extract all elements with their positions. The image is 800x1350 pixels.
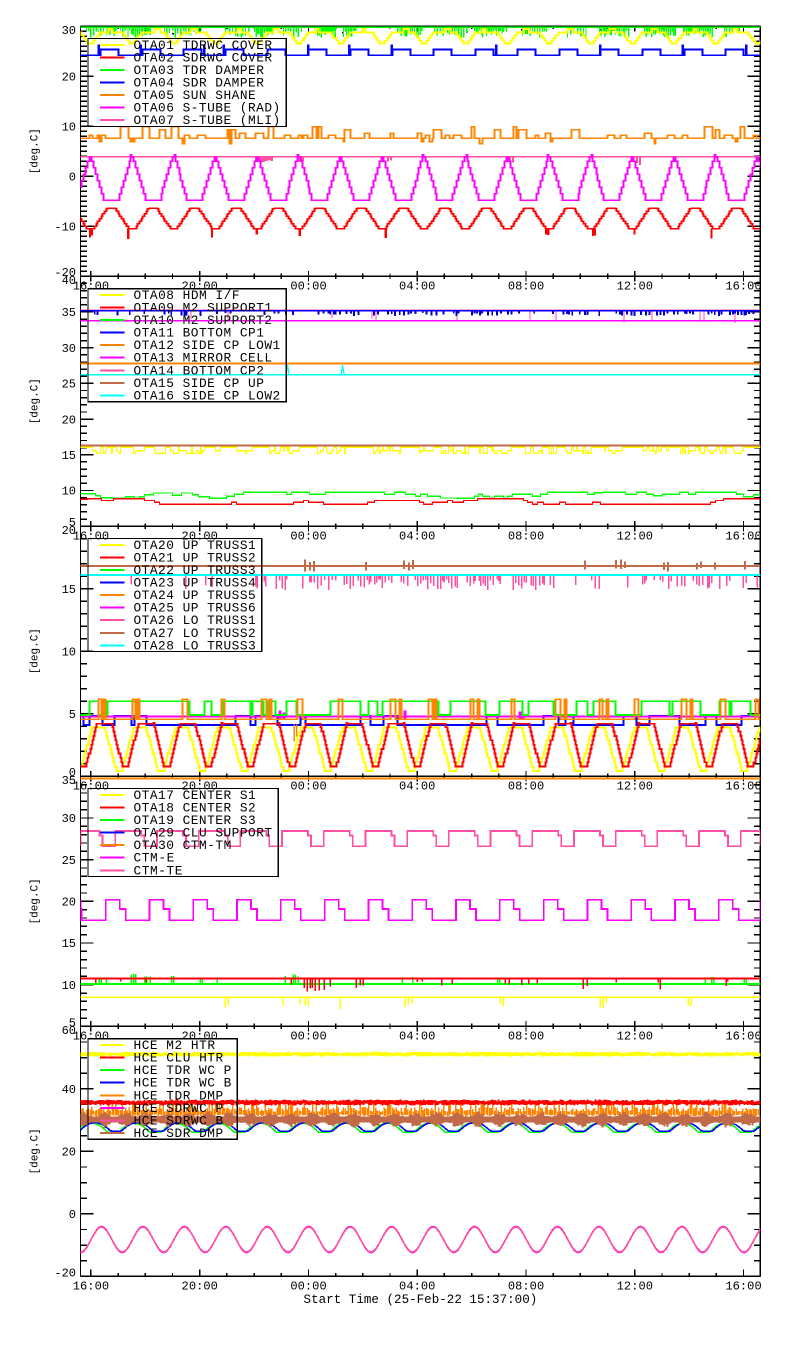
svg-text:[deg.C]: [deg.C] xyxy=(30,378,42,424)
svg-text:20:00: 20:00 xyxy=(182,1280,218,1294)
svg-text:[deg.C]: [deg.C] xyxy=(30,628,42,674)
svg-text:[deg.C]: [deg.C] xyxy=(30,878,42,924)
svg-text:10: 10 xyxy=(62,979,76,993)
svg-text:20: 20 xyxy=(62,1146,76,1160)
svg-text:20: 20 xyxy=(62,524,76,538)
svg-text:08:00: 08:00 xyxy=(508,530,544,544)
svg-text:15: 15 xyxy=(62,449,76,463)
svg-text:10: 10 xyxy=(62,120,76,134)
svg-text:12:00: 12:00 xyxy=(617,780,653,794)
svg-text:20:00: 20:00 xyxy=(182,530,218,544)
svg-text:35: 35 xyxy=(62,306,76,320)
svg-text:-20: -20 xyxy=(54,1266,76,1280)
svg-text:04:00: 04:00 xyxy=(399,530,435,544)
svg-text:16:00: 16:00 xyxy=(73,530,109,544)
svg-text:04:00: 04:00 xyxy=(399,280,435,294)
svg-text:0: 0 xyxy=(69,171,76,185)
svg-text:35: 35 xyxy=(62,774,76,788)
svg-text:40: 40 xyxy=(62,274,76,288)
svg-text:15: 15 xyxy=(62,937,76,951)
svg-text:00:00: 00:00 xyxy=(290,530,326,544)
svg-text:08:00: 08:00 xyxy=(508,280,544,294)
svg-text:20:00: 20:00 xyxy=(182,780,218,794)
svg-text:00:00: 00:00 xyxy=(290,780,326,794)
svg-text:16:00: 16:00 xyxy=(725,1280,761,1294)
svg-text:CTM-TE: CTM-TE xyxy=(134,863,183,878)
svg-text:5: 5 xyxy=(69,708,76,722)
svg-text:OTA07 S-TUBE (MLI): OTA07 S-TUBE (MLI) xyxy=(134,113,281,128)
svg-text:30: 30 xyxy=(62,812,76,826)
svg-text:00:00: 00:00 xyxy=(290,1280,326,1294)
svg-text:OTA28 LO TRUSS3: OTA28 LO TRUSS3 xyxy=(134,638,256,653)
svg-text:08:00: 08:00 xyxy=(508,1030,544,1044)
svg-text:00:00: 00:00 xyxy=(290,1030,326,1044)
svg-text:16:00: 16:00 xyxy=(73,1030,109,1044)
svg-text:10: 10 xyxy=(62,485,76,499)
svg-text:16:00: 16:00 xyxy=(725,530,761,544)
svg-text:20: 20 xyxy=(62,70,76,84)
svg-text:30: 30 xyxy=(62,342,76,356)
svg-text:-10: -10 xyxy=(54,221,76,235)
svg-text:16:00: 16:00 xyxy=(73,280,109,294)
svg-text:60: 60 xyxy=(62,1024,76,1038)
svg-text:04:00: 04:00 xyxy=(399,780,435,794)
svg-text:16:00: 16:00 xyxy=(725,1030,761,1044)
svg-text:20: 20 xyxy=(62,896,76,910)
svg-text:Start Time (25-Feb-22 15:37:00: Start Time (25-Feb-22 15:37:00) xyxy=(304,1293,538,1307)
svg-text:40: 40 xyxy=(62,1083,76,1097)
svg-text:15: 15 xyxy=(62,583,76,597)
svg-text:04:00: 04:00 xyxy=(399,1280,435,1294)
svg-text:12:00: 12:00 xyxy=(617,1030,653,1044)
svg-text:16:00: 16:00 xyxy=(725,280,761,294)
svg-text:16:00: 16:00 xyxy=(73,780,109,794)
svg-text:30: 30 xyxy=(62,24,76,38)
svg-text:20: 20 xyxy=(62,413,76,427)
svg-text:12:00: 12:00 xyxy=(617,530,653,544)
svg-text:12:00: 12:00 xyxy=(617,280,653,294)
svg-text:25: 25 xyxy=(62,854,76,868)
svg-text:HCE SDR DMP: HCE SDR DMP xyxy=(134,1126,224,1141)
svg-text:[deg.C]: [deg.C] xyxy=(30,1128,42,1174)
svg-text:0: 0 xyxy=(69,1208,76,1222)
svg-text:16:00: 16:00 xyxy=(73,1280,109,1294)
svg-text:04:00: 04:00 xyxy=(399,1030,435,1044)
svg-text:00:00: 00:00 xyxy=(290,280,326,294)
svg-text:[deg.C]: [deg.C] xyxy=(30,128,42,174)
svg-text:08:00: 08:00 xyxy=(508,1280,544,1294)
svg-text:08:00: 08:00 xyxy=(508,780,544,794)
svg-text:20:00: 20:00 xyxy=(182,1030,218,1044)
svg-text:20:00: 20:00 xyxy=(182,280,218,294)
svg-text:16:00: 16:00 xyxy=(725,780,761,794)
svg-text:OTA16 SIDE CP LOW2: OTA16 SIDE CP LOW2 xyxy=(134,388,281,403)
svg-text:25: 25 xyxy=(62,378,76,392)
svg-text:10: 10 xyxy=(62,646,76,660)
svg-text:12:00: 12:00 xyxy=(617,1280,653,1294)
